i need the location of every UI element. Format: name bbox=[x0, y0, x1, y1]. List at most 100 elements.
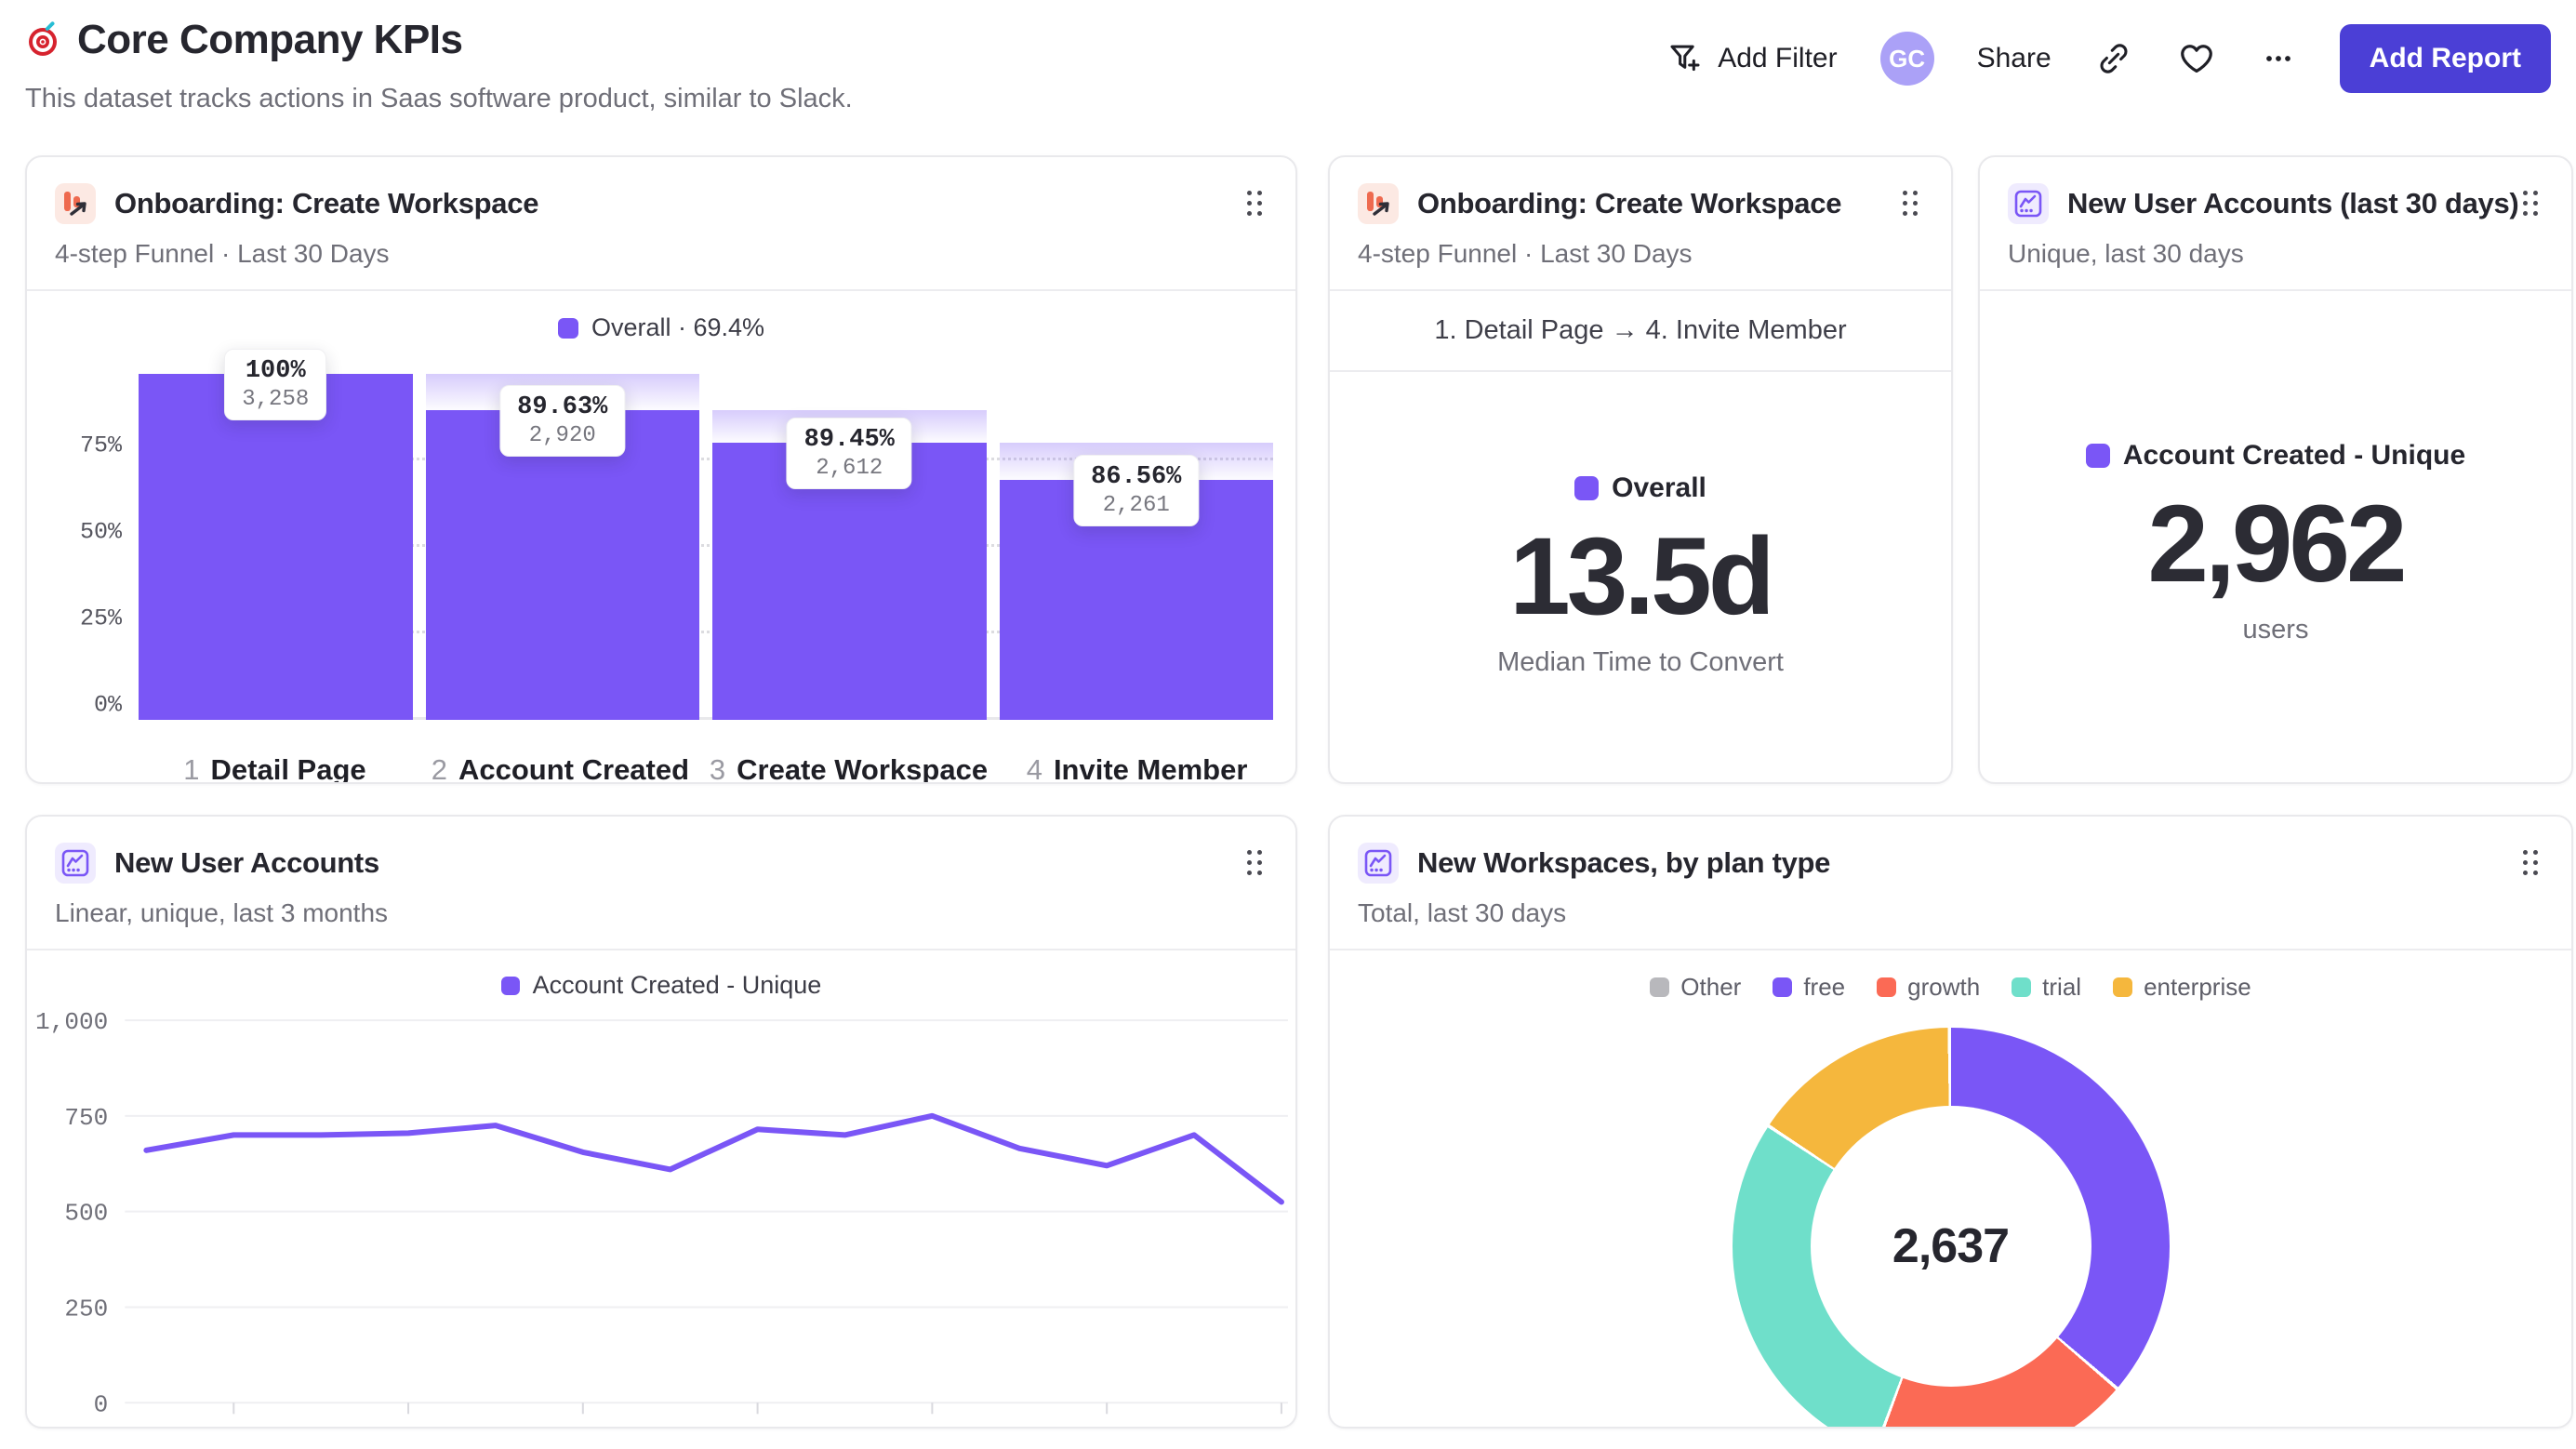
card-head: Onboarding: Create Workspace 4-step Funn… bbox=[27, 157, 1295, 291]
insights-report-icon bbox=[1358, 843, 1399, 884]
page-header: Core Company KPIs This dataset tracks ac… bbox=[25, 17, 2551, 138]
card-workspaces-by-plan: New Workspaces, by plan type Total, last… bbox=[1328, 815, 2573, 1429]
funnel-step-label[interactable]: 1 Detail Page bbox=[139, 753, 411, 782]
donut-chart[interactable]: 2,637 bbox=[1732, 1028, 2170, 1427]
stat30-value: 2,962 bbox=[2147, 483, 2407, 605]
donut-total: 2,637 bbox=[1892, 1219, 2010, 1273]
drag-handle-icon[interactable] bbox=[1243, 846, 1268, 881]
y-axis-label: 0 bbox=[94, 1390, 109, 1418]
legend-label: Overall · 69.4% bbox=[591, 313, 765, 341]
drag-handle-icon[interactable] bbox=[1899, 187, 1923, 221]
funnel-tooltip: 89.63% 2,920 bbox=[499, 384, 626, 457]
median-stat-block: Overall 13.5d Median Time to Convert bbox=[1330, 472, 1951, 678]
y-axis-label: 250 bbox=[64, 1295, 108, 1323]
card-title[interactable]: Onboarding: Create Workspace bbox=[114, 187, 1243, 220]
funnel-legend[interactable]: Overall · 69.4% bbox=[27, 291, 1295, 342]
share-label: Share bbox=[1976, 43, 2052, 73]
funnel-step-labels: 1 Detail Page 2 Account Created 3 Create Work… bbox=[139, 753, 1273, 784]
funnel-step-label[interactable]: 3 Create Workspace bbox=[710, 753, 989, 784]
copy-link-button[interactable] bbox=[2094, 39, 2133, 78]
funnel-tooltip: 86.56% 2,261 bbox=[1073, 454, 1200, 526]
funnel-step-label[interactable]: 4 Invite Member bbox=[1001, 753, 1273, 784]
median-caption: Median Time to Convert bbox=[1497, 647, 1784, 677]
avatar[interactable]: GC bbox=[1879, 32, 1934, 86]
conversion-count: 3,258 bbox=[242, 387, 310, 412]
funnel-bar[interactable] bbox=[139, 374, 413, 720]
conversion-count: 2,261 bbox=[1102, 492, 1170, 518]
legend-swatch bbox=[2012, 977, 2032, 997]
median-value: 13.5d bbox=[1509, 515, 1775, 638]
share-button[interactable]: Share bbox=[1977, 43, 2052, 74]
link-icon bbox=[2094, 39, 2133, 78]
funnel-step-range: 1. Detail Page → 4. Invite Member bbox=[1330, 291, 1951, 372]
drag-handle-icon[interactable] bbox=[2519, 846, 2543, 881]
line-chart-svg: 02505007501,000Apr 20May 4May 18Jun 1Jun… bbox=[35, 1008, 1288, 1418]
legend-swatch bbox=[500, 976, 520, 995]
add-report-button[interactable]: Add Report bbox=[2339, 24, 2551, 93]
conversion-pct: 86.56% bbox=[1091, 462, 1182, 491]
insights-report-icon bbox=[2008, 183, 2049, 224]
more-button[interactable] bbox=[2260, 40, 2297, 77]
insights-report-icon bbox=[55, 843, 96, 884]
step-number: 4 bbox=[1026, 753, 1042, 784]
step-name: Account Created bbox=[458, 753, 690, 784]
card-subtitle: Unique, last 30 days bbox=[2008, 239, 2244, 268]
card-title[interactable]: New User Accounts bbox=[114, 846, 1243, 880]
drag-handle-icon[interactable] bbox=[1243, 187, 1268, 221]
card-subtitle: 4-step Funnel · Last 30 Days bbox=[1358, 239, 1693, 268]
y-axis-label: 750 bbox=[64, 1104, 108, 1132]
dashboard-root: Core Company KPIs This dataset tracks ac… bbox=[0, 0, 2576, 1449]
line-chart[interactable]: 02505007501,000Apr 20May 4May 18Jun 1Jun… bbox=[27, 1007, 1295, 1427]
legend-label: Account Created - Unique bbox=[2122, 440, 2466, 471]
donut-legend-item[interactable]: trial bbox=[2012, 973, 2081, 1002]
legend-swatch bbox=[2085, 444, 2110, 468]
legend-swatch bbox=[557, 317, 578, 339]
legend-swatch bbox=[1773, 977, 1793, 997]
donut-legend-item[interactable]: enterprise bbox=[2113, 973, 2251, 1002]
donut-legend-item[interactable]: free bbox=[1773, 973, 1845, 1002]
card-title[interactable]: New Workspaces, by plan type bbox=[1417, 846, 2519, 880]
funnel-column[interactable]: 100% 3,258 bbox=[139, 349, 413, 720]
step-number: 2 bbox=[431, 753, 447, 784]
conversion-pct: 89.63% bbox=[517, 392, 608, 421]
legend-label: Account Created - Unique bbox=[532, 971, 822, 999]
drag-handle-icon[interactable] bbox=[2519, 187, 2543, 221]
y-axis-label: 25% bbox=[79, 605, 122, 632]
legend-label: free bbox=[1803, 973, 1846, 1001]
card-head: Onboarding: Create Workspace 4-step Funn… bbox=[1330, 157, 1951, 291]
toolbar: Add Filter GC Share Add Report bbox=[1666, 22, 2551, 95]
legend-swatch bbox=[2113, 977, 2133, 997]
card-title[interactable]: Onboarding: Create Workspace bbox=[1417, 187, 1899, 220]
y-axis-label: 1,000 bbox=[35, 1008, 108, 1036]
filter-plus-icon bbox=[1666, 39, 1705, 78]
overall-legend[interactable]: Overall bbox=[1574, 472, 1706, 504]
funnel-tooltip: 100% 3,258 bbox=[224, 349, 327, 420]
card-new-user-accounts-trend: New User Accounts Linear, unique, last 3… bbox=[25, 815, 1297, 1429]
funnel-column[interactable]: 86.56% 2,261 bbox=[999, 374, 1273, 720]
funnel-report-icon bbox=[1358, 183, 1399, 224]
donut-legend-item[interactable]: Other bbox=[1650, 973, 1741, 1002]
y-axis-label: 75% bbox=[79, 432, 122, 459]
funnel-column[interactable]: 89.45% 2,612 bbox=[712, 374, 987, 720]
step-name: Invite Member bbox=[1053, 753, 1248, 784]
step-name: Create Workspace bbox=[737, 753, 989, 784]
donut-legend-item[interactable]: growth bbox=[1877, 973, 1980, 1002]
card-median-time-to-convert: Onboarding: Create Workspace 4-step Funn… bbox=[1328, 155, 1953, 784]
heart-icon bbox=[2176, 38, 2217, 79]
conversion-count: 2,920 bbox=[528, 422, 596, 448]
funnel-step-label[interactable]: 2 Account Created bbox=[424, 753, 697, 784]
trend-legend[interactable]: Account Created - Unique bbox=[27, 950, 1295, 1000]
add-filter-button[interactable]: Add Filter bbox=[1666, 39, 1838, 78]
trend-line[interactable] bbox=[143, 1112, 1284, 1205]
favorite-button[interactable] bbox=[2176, 38, 2217, 79]
card-new-user-accounts-30d: New User Accounts (last 30 days) Unique,… bbox=[1978, 155, 2573, 784]
stat30-legend[interactable]: Account Created - Unique bbox=[2085, 440, 2466, 472]
card-subtitle: 4-step Funnel · Last 30 Days bbox=[55, 239, 390, 268]
legend-swatch bbox=[1877, 977, 1897, 997]
card-head: New User Accounts (last 30 days) Unique,… bbox=[1980, 157, 2571, 291]
card-title[interactable]: New User Accounts (last 30 days) bbox=[2067, 187, 2519, 220]
add-filter-label: Add Filter bbox=[1718, 43, 1838, 73]
funnel-column[interactable]: 89.63% 2,920 bbox=[425, 374, 699, 720]
card-subtitle: Linear, unique, last 3 months bbox=[55, 898, 389, 927]
bullseye-icon bbox=[25, 21, 62, 59]
